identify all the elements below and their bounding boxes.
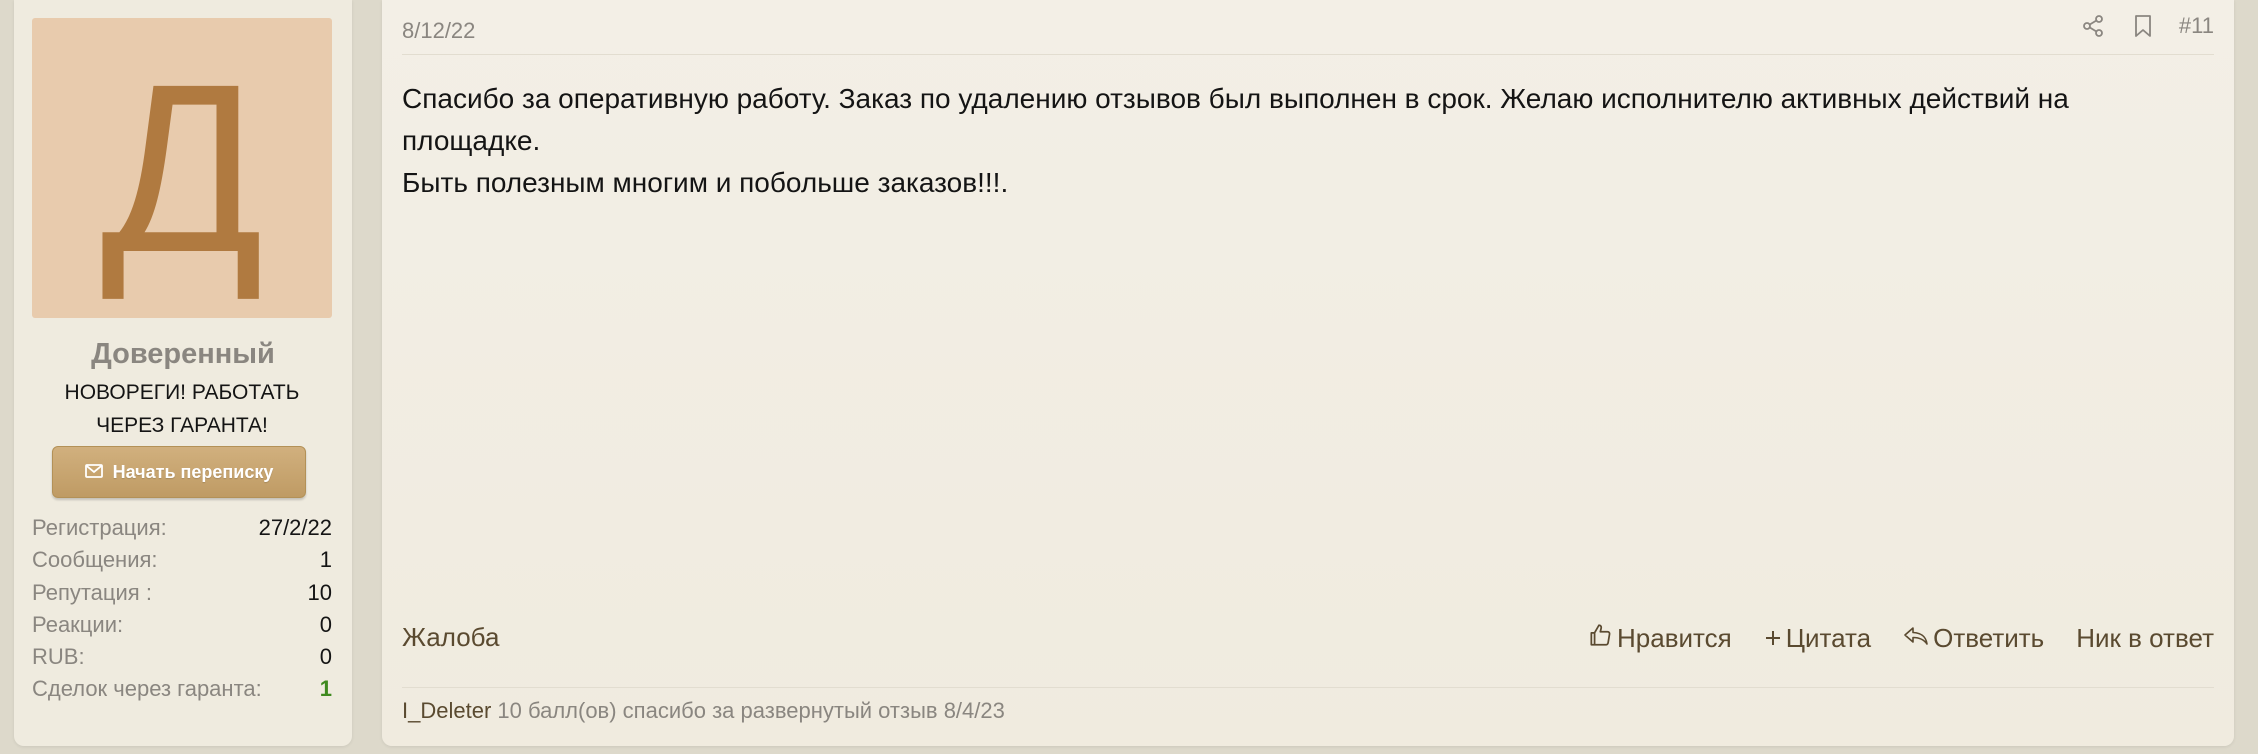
stat-value: 0 [319,644,332,670]
reply-label: Ответить [1933,623,2045,653]
start-conversation-label: Начать переписку [112,461,274,482]
post-number[interactable]: #11 [2179,13,2214,39]
stat-reactions: Реакции: 0 [32,609,332,641]
post-date[interactable]: 8/12/22 [402,18,475,44]
report-link[interactable]: Жалоба [402,622,499,653]
stat-messages: Сообщения: 1 [32,544,332,576]
reply-icon [1903,623,1929,654]
reaction-user-link[interactable]: I_Deleter [402,698,491,723]
stat-value: 10 [307,579,332,605]
stat-value: 1 [319,547,332,573]
username[interactable]: Доверенный [14,338,352,371]
envelope-icon [84,462,103,483]
quote-label: Цитата [1785,623,1872,653]
avatar-letter: Д [100,34,264,302]
stat-label: Сообщения: [32,547,158,573]
user-stats: Регистрация: 27/2/22 Сообщения: 1 Репута… [32,512,332,706]
post-actions: Нравится Цитата Ответить Ник в ответ [1587,622,2214,655]
reaction-text: 10 балл(ов) спасибо за развернутый отзыв… [497,698,1005,723]
thumbs-up-icon [1587,622,1613,655]
stat-value: 1 [319,676,332,702]
post-text-line: Быть полезным многим и побольше заказов!… [402,167,1009,198]
quote-button[interactable]: Цитата [1764,622,1871,655]
stat-label: Реакции: [32,611,124,637]
avatar[interactable]: Д [32,18,332,318]
stat-label: RUB: [32,644,85,670]
reply-button[interactable]: Ответить [1903,622,2044,655]
user-title: НОВОРЕГИ! РАБОТАТЬ ЧЕРЕЗ ГАРАНТА! [64,381,300,437]
share-icon[interactable] [2079,12,2107,40]
post-header: 8/12/22 #11 [402,0,2214,55]
post-text-line: Спасибо за оперативную работу. Заказ по … [402,83,2069,156]
post-header-actions: #11 [2079,12,2214,40]
stat-label: Репутация : [32,579,152,605]
post: 8/12/22 #11 Спасибо за оперативную работ… [382,0,2234,746]
nick-reply-button[interactable]: Ник в ответ [2076,622,2214,655]
like-button[interactable]: Нравится [1587,622,1732,655]
nick-reply-label: Ник в ответ [2076,623,2214,653]
bookmark-icon[interactable] [2129,12,2157,40]
start-conversation-button[interactable]: Начать переписку [52,446,306,498]
reactions-bar: I_Deleter 10 балл(ов) спасибо за разверн… [402,687,2214,724]
post-body: Спасибо за оперативную работу. Заказ по … [402,78,2214,204]
stat-escrow-deals: Сделок через гаранта: 1 [32,673,332,705]
plus-icon [1764,623,1782,654]
stat-rub: RUB: 0 [32,641,332,673]
stat-value: 0 [319,611,332,637]
like-label: Нравится [1617,623,1732,653]
stat-registration: Регистрация: 27/2/22 [32,512,332,544]
user-panel: Д Доверенный НОВОРЕГИ! РАБОТАТЬ ЧЕРЕЗ ГА… [14,0,352,746]
stat-reputation: Репутация : 10 [32,577,332,609]
stat-label: Регистрация: [32,515,167,540]
stat-label: Сделок через гаранта: [32,676,262,702]
stat-value: 27/2/22 [258,515,332,540]
